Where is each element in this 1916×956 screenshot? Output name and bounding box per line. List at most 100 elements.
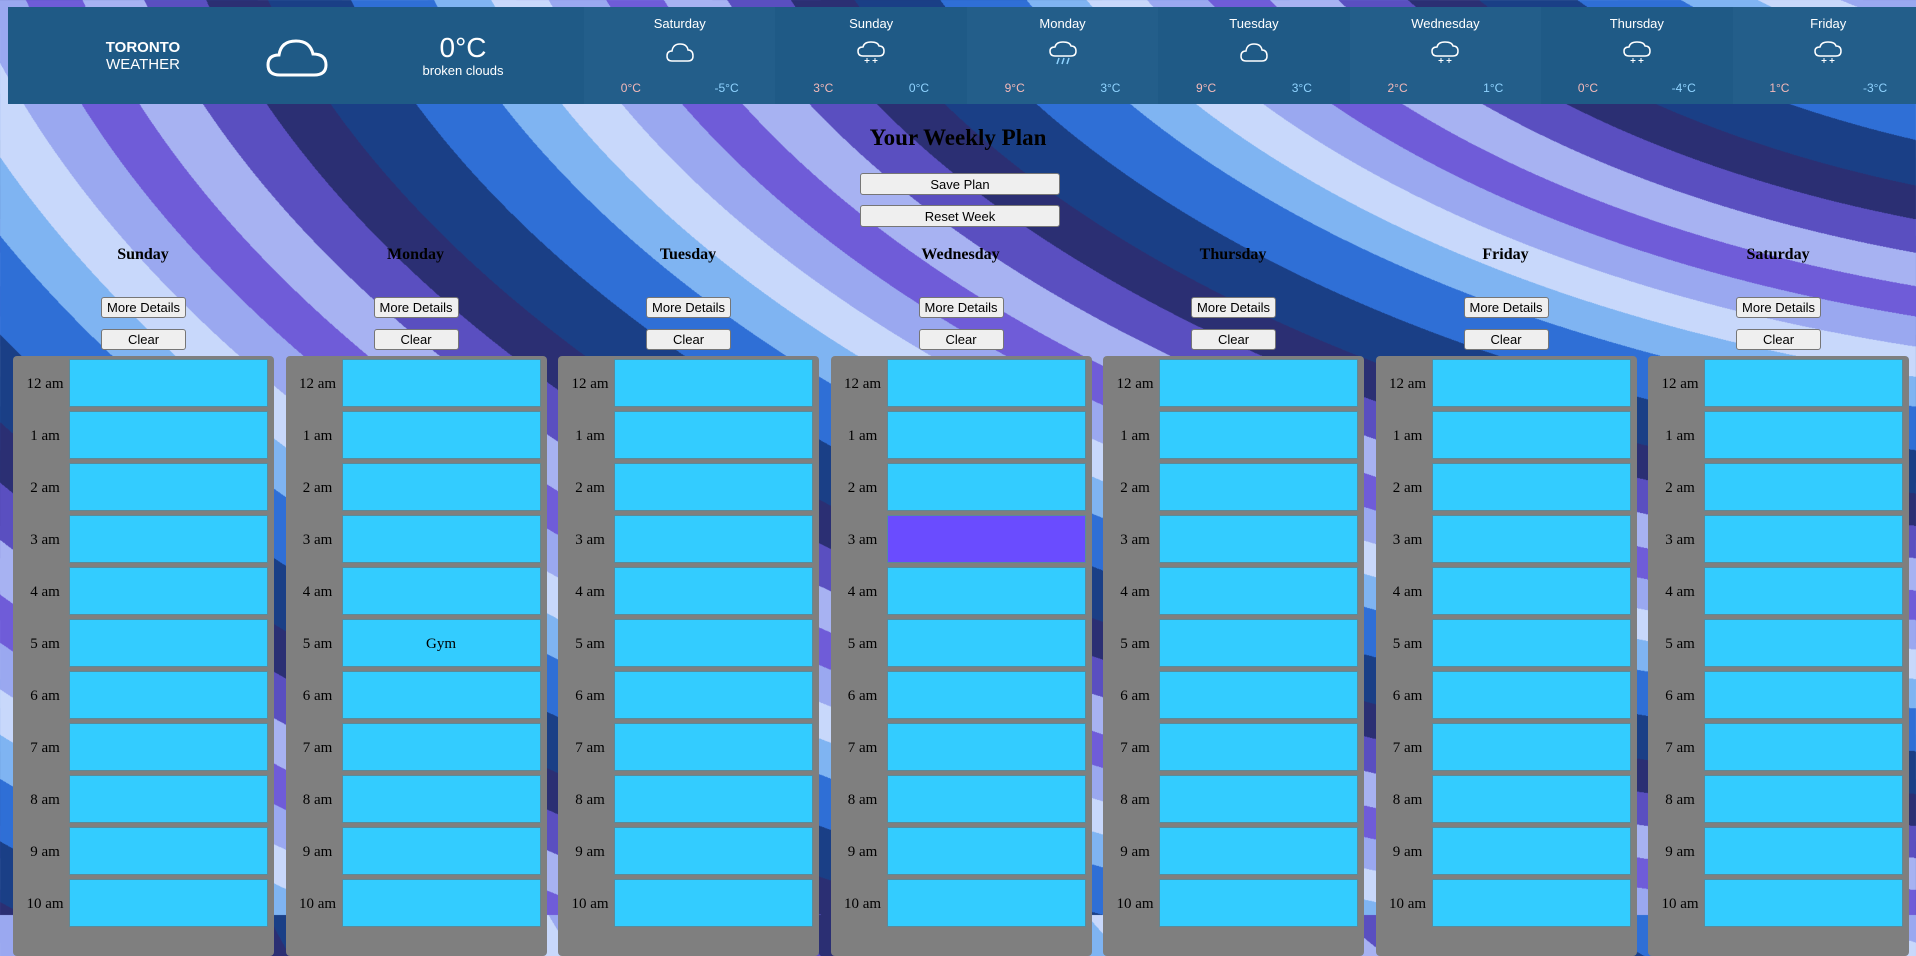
hour-input[interactable] — [614, 411, 813, 459]
hour-input[interactable] — [1159, 723, 1358, 771]
hour-input[interactable] — [1704, 567, 1903, 615]
hour-input[interactable] — [1431, 671, 1631, 719]
hour-input[interactable] — [341, 879, 541, 927]
more-details-button[interactable]: More Details — [918, 297, 1004, 318]
hour-slot: 10 am — [831, 878, 1092, 930]
more-details-button[interactable]: More Details — [1736, 297, 1821, 318]
hour-input[interactable] — [1431, 463, 1631, 511]
hour-input[interactable] — [1431, 411, 1631, 459]
hour-input[interactable]: Gym — [341, 619, 541, 667]
hour-input[interactable] — [69, 411, 268, 459]
hour-input[interactable] — [614, 879, 813, 927]
hour-input[interactable] — [1704, 723, 1903, 771]
hour-input[interactable] — [1431, 359, 1631, 407]
clear-day-button[interactable]: Clear — [1463, 329, 1549, 350]
hour-input[interactable] — [1431, 567, 1631, 615]
hour-input[interactable] — [1704, 619, 1903, 667]
hour-input[interactable] — [1431, 619, 1631, 667]
hour-input[interactable] — [69, 827, 268, 875]
hour-input[interactable] — [341, 463, 541, 511]
hour-input[interactable] — [69, 775, 268, 823]
clear-day-button[interactable]: Clear — [1191, 329, 1276, 350]
hour-input[interactable] — [1159, 879, 1358, 927]
hour-input[interactable] — [614, 463, 813, 511]
hour-input[interactable] — [1704, 879, 1903, 927]
hour-input[interactable] — [69, 567, 268, 615]
hour-input[interactable] — [886, 359, 1086, 407]
clear-day-button[interactable]: Clear — [646, 329, 731, 350]
hour-input[interactable] — [886, 411, 1086, 459]
hour-input[interactable] — [614, 723, 813, 771]
hour-input[interactable] — [1704, 827, 1903, 875]
page-title: Your Weekly Plan — [869, 125, 1047, 150]
hour-slot: 4 am — [1376, 566, 1637, 618]
hour-input[interactable] — [341, 411, 541, 459]
more-details-button[interactable]: More Details — [101, 297, 186, 318]
hour-input[interactable] — [341, 775, 541, 823]
clear-day-button[interactable]: Clear — [373, 329, 459, 350]
hour-input[interactable] — [1159, 515, 1358, 563]
hour-input[interactable] — [1159, 775, 1358, 823]
hour-input[interactable] — [1431, 515, 1631, 563]
hour-input[interactable] — [886, 515, 1086, 563]
more-details-button[interactable]: More Details — [373, 297, 459, 318]
hour-input[interactable] — [341, 359, 541, 407]
current-temperature: 0°C — [439, 32, 487, 63]
hour-input[interactable] — [1431, 879, 1631, 927]
hour-input[interactable] — [614, 775, 813, 823]
hour-input[interactable] — [1159, 567, 1358, 615]
hour-input[interactable] — [69, 879, 268, 927]
hour-input[interactable] — [614, 515, 813, 563]
clear-day-button[interactable]: Clear — [1736, 329, 1821, 350]
hour-input[interactable] — [1704, 411, 1903, 459]
more-details-button[interactable]: More Details — [1191, 297, 1276, 318]
hour-input[interactable] — [69, 723, 268, 771]
hour-input[interactable] — [886, 827, 1086, 875]
hour-input[interactable] — [1704, 359, 1903, 407]
hour-input[interactable] — [341, 515, 541, 563]
hour-input[interactable] — [1159, 827, 1358, 875]
hour-input[interactable] — [886, 567, 1086, 615]
hour-input[interactable] — [341, 671, 541, 719]
hour-slot: 6 am — [831, 670, 1092, 722]
clear-day-button[interactable]: Clear — [918, 329, 1004, 350]
clear-day-button[interactable]: Clear — [101, 329, 186, 350]
hour-input[interactable] — [1159, 359, 1358, 407]
hour-input[interactable] — [341, 723, 541, 771]
hour-input[interactable] — [614, 827, 813, 875]
hour-input[interactable] — [1431, 827, 1631, 875]
hour-input[interactable] — [1704, 515, 1903, 563]
hour-input[interactable] — [69, 671, 268, 719]
hour-input[interactable] — [614, 671, 813, 719]
hour-input[interactable] — [886, 619, 1086, 667]
save-plan-button[interactable]: Save Plan — [860, 173, 1060, 195]
hour-input[interactable] — [1704, 463, 1903, 511]
hour-input[interactable] — [1159, 411, 1358, 459]
hour-input[interactable] — [69, 463, 268, 511]
hour-input[interactable] — [1159, 671, 1358, 719]
hour-input[interactable] — [614, 359, 813, 407]
hour-input[interactable] — [1159, 619, 1358, 667]
hour-input[interactable] — [341, 567, 541, 615]
hour-input[interactable] — [886, 463, 1086, 511]
hour-input[interactable] — [1704, 671, 1903, 719]
reset-week-button[interactable]: Reset Week — [860, 205, 1060, 227]
hour-input[interactable] — [1704, 775, 1903, 823]
forecast-high: 0°C — [620, 81, 641, 95]
hour-input[interactable] — [69, 515, 268, 563]
hour-input[interactable] — [614, 619, 813, 667]
more-details-button[interactable]: More Details — [1463, 297, 1549, 318]
hour-input[interactable] — [1431, 723, 1631, 771]
more-details-button[interactable]: More Details — [646, 297, 731, 318]
hour-input[interactable] — [1431, 775, 1631, 823]
hour-input[interactable] — [886, 671, 1086, 719]
hour-input[interactable] — [1159, 463, 1358, 511]
day-heading: Monday — [387, 246, 444, 263]
hour-input[interactable] — [886, 723, 1086, 771]
hour-input[interactable] — [341, 827, 541, 875]
hour-input[interactable] — [69, 619, 268, 667]
hour-input[interactable] — [69, 359, 268, 407]
hour-input[interactable] — [886, 775, 1086, 823]
hour-input[interactable] — [886, 879, 1086, 927]
hour-input[interactable] — [614, 567, 813, 615]
